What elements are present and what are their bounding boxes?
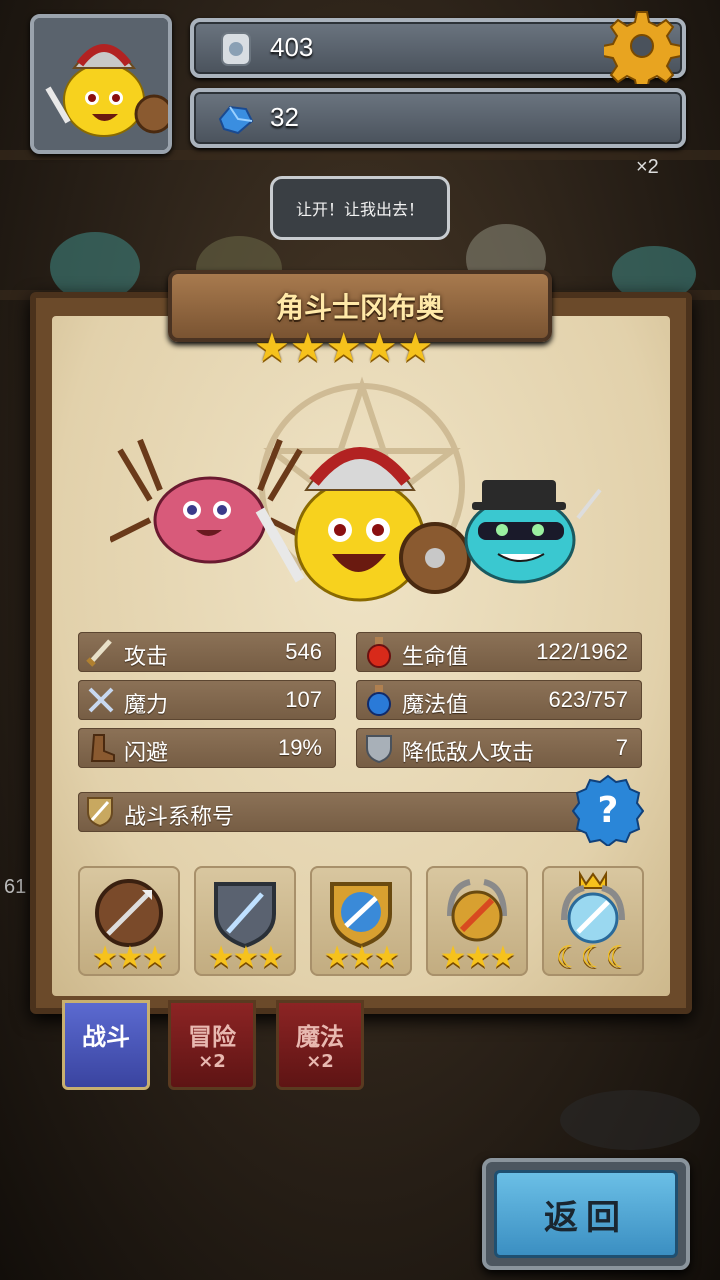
skill-stars: ★★★ — [207, 940, 285, 975]
stat-mp: 魔法值 623/757 — [356, 680, 642, 720]
stat-magic-power: 魔力 107 — [78, 680, 336, 720]
tab-multiplier: ×2 — [198, 1051, 226, 1072]
boot-icon — [90, 734, 115, 762]
help-button[interactable]: ? — [571, 774, 645, 848]
skill-slot-5[interactable]: ☾☾☾ — [542, 866, 644, 976]
skill-stars: ★★★ — [439, 940, 517, 975]
tab-magic[interactable]: 魔法 ×2 — [276, 1000, 364, 1090]
spear-shield-skill-icon — [95, 879, 163, 947]
blue-gem-icon — [218, 105, 254, 135]
gem-resource-bar: 32 — [190, 88, 686, 148]
stat-dodge: 闪避 19% — [78, 728, 336, 768]
stat-value: 107 — [285, 687, 322, 712]
tab-adventure[interactable]: 冒险 ×2 — [168, 1000, 256, 1090]
skill-moons: ☾☾☾ — [555, 940, 633, 975]
tab-battle[interactable]: 战斗 — [62, 1000, 150, 1090]
skill-stars: ★★★ — [323, 940, 401, 975]
red-potion-icon — [367, 637, 391, 668]
magic-staff-icon — [88, 687, 114, 713]
laurel-sword-skill-icon — [447, 879, 507, 942]
stat-value: 7 — [615, 735, 628, 760]
skill-slot-2[interactable]: ★★★ — [194, 866, 296, 976]
gem-count: 32 — [270, 102, 299, 132]
stone-count: 403 — [270, 32, 314, 62]
masked-thief-character — [464, 480, 602, 584]
question-seal-icon: ? — [571, 774, 645, 848]
hero-name: 角斗士冈布奥 — [275, 291, 444, 324]
tab-multiplier: ×2 — [306, 1051, 334, 1072]
sword-icon — [86, 639, 112, 667]
dagger-shield-skill-icon — [214, 882, 276, 949]
stat-label: 魔法值 — [402, 693, 469, 718]
skill-slot-3[interactable]: ★★★ — [310, 866, 412, 976]
help-mark: ? — [598, 790, 619, 831]
back-button-label: 返回 — [494, 1170, 678, 1258]
back-button[interactable]: 返回 — [482, 1158, 690, 1270]
stone-tablet-icon — [221, 32, 251, 66]
stat-value: 546 — [285, 639, 322, 664]
stat-value: 122/1962 — [536, 639, 628, 664]
speech-bubble: 让开！让我出去！ — [270, 176, 450, 240]
stat-label: 攻击 — [124, 645, 169, 670]
stat-hp: 生命值 122/1962 — [356, 632, 642, 672]
hero-avatar-button[interactable] — [30, 14, 172, 154]
shield-icon — [366, 735, 392, 764]
skill-slot-4[interactable]: ★★★ — [426, 866, 528, 976]
stat-label: 魔力 — [124, 693, 169, 718]
stat-value: 19% — [277, 735, 322, 760]
tab-label: 魔法 — [296, 1023, 344, 1051]
hero-stars: ★★★★★ — [254, 325, 434, 371]
stat-label: 生命值 — [402, 645, 469, 670]
crown-sword-skill-icon — [561, 870, 625, 944]
tab-label: 战斗 — [82, 1023, 130, 1051]
gladiator-avatar — [34, 18, 168, 150]
hero-group-illustration — [110, 438, 602, 602]
stat-value: 623/757 — [548, 687, 628, 712]
blue-potion-icon — [367, 685, 391, 716]
skill-stars: ★★★ — [91, 940, 169, 975]
bg-counter: ×2 — [636, 156, 659, 178]
bg-side-number: 61 — [4, 876, 27, 898]
stat-attack: 攻击 546 — [78, 632, 336, 672]
stat-label: 闪避 — [124, 741, 169, 766]
gladiator-character — [255, 447, 471, 602]
sword-badge-icon — [87, 797, 113, 828]
battle-title-label: 战斗系称号 — [124, 805, 235, 830]
hero-star-rating: ★★★★★ — [254, 328, 433, 368]
battle-title-row: 战斗系称号 — [78, 792, 598, 832]
settings-gear-icon[interactable] — [604, 8, 680, 84]
tab-label: 冒险 — [188, 1023, 236, 1051]
stat-reduce-attack: 降低敌人攻击 7 — [356, 728, 642, 768]
stat-label: 降低敌人攻击 — [402, 741, 535, 766]
gold-blade-skill-icon — [330, 882, 392, 949]
skill-slot-1[interactable]: ★★★ — [78, 866, 180, 976]
